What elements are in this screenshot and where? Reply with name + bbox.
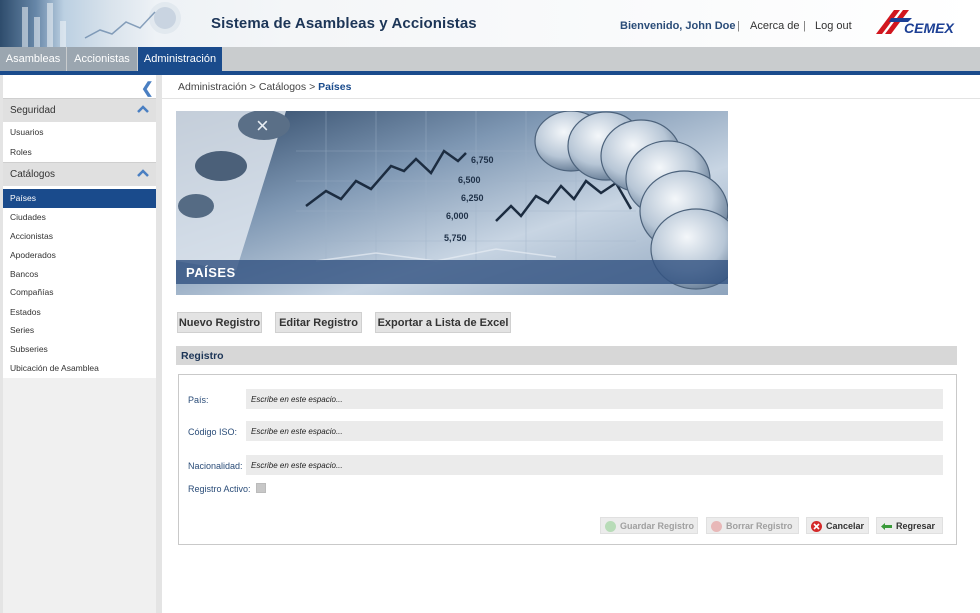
cancel-button[interactable]: Cancelar [806,517,869,534]
back-label: Regresar [896,521,936,531]
app-window: Sistema de Asambleas y Accionistas Bienv… [0,0,980,613]
sidebar-section-seguridad[interactable]: Seguridad [3,98,156,122]
country-label: País: [188,395,209,405]
chart-tick-label: 6,250 [461,193,484,203]
sidebar-item-ciudades[interactable]: Ciudades [3,208,156,227]
main-nav: Asambleas Accionistas Administración [0,47,980,71]
active-record-checkbox[interactable] [256,483,266,493]
sidebar-item-subseries[interactable]: Subseries [3,340,156,359]
sidebar-panel: ❮ Seguridad Usuarios Roles Catálogos Paí… [3,75,156,613]
breadcrumb-separator: > [249,81,256,93]
edit-record-button[interactable]: Editar Registro [275,312,362,333]
tab-administracion[interactable]: Administración [138,47,222,71]
sidebar-item-paises[interactable]: Países [3,189,156,208]
cemex-logo: CEMEX [876,10,955,36]
breadcrumb: Administración > Catálogos > Países [178,81,351,93]
sidebar-item-ubicacion-asamblea[interactable]: Ubicación de Asamblea [3,359,156,378]
sidebar-item-roles[interactable]: Roles [3,143,156,162]
breadcrumb-divider [162,98,980,99]
calculator-key-glyph: × [256,113,269,138]
chart-tick-label: 6,000 [446,211,469,221]
chart-tick-label: 6,750 [471,155,494,165]
back-button[interactable]: Regresar [876,517,943,534]
banner-title-bar: PAÍSES [176,260,728,284]
nationality-label: Nacionalidad: [188,461,243,471]
header-photo [0,0,200,47]
sidebar-item-apoderados[interactable]: Apoderados [3,246,156,265]
export-excel-button[interactable]: Exportar a Lista de Excel [375,312,511,333]
page-title: PAÍSES [186,265,236,280]
country-input[interactable] [246,389,943,409]
header: Sistema de Asambleas y Accionistas Bienv… [0,0,980,47]
chevron-up-icon [137,105,149,113]
header-photo-art [84,2,181,39]
breadcrumb-administracion[interactable]: Administración [178,81,247,93]
save-record-label: Guardar Registro [620,521,695,531]
active-record-label: Registro Activo: [188,484,251,494]
sidebar-item-companias[interactable]: Compañías [3,283,156,302]
logo-text: CEMEX [904,20,955,36]
sidebar-section-catalogos[interactable]: Catálogos [3,162,156,186]
sidebar-empty-area [3,378,156,613]
header-separator: | [803,20,806,32]
delete-record-label: Borrar Registro [726,521,793,531]
sidebar-item-usuarios[interactable]: Usuarios [3,123,156,142]
welcome-text: Bienvenido, John Doe [620,20,736,32]
page-banner: × 6,750 6,500 6,250 6,000 5,750 PAÍSES [176,111,728,295]
iso-code-label: Código ISO: [188,427,238,437]
chart-tick-label: 6,500 [458,175,481,185]
check-circle-icon [605,521,616,532]
sidebar-section-label: Catálogos [10,169,56,180]
breadcrumb-catalogos[interactable]: Catálogos [259,81,306,93]
app-title: Sistema de Asambleas y Accionistas [211,15,477,32]
breadcrumb-current: Países [318,81,352,93]
collapse-sidebar-icon[interactable]: ❮ [141,79,154,97]
iso-code-input[interactable] [246,421,943,441]
form-section-header: Registro [176,346,957,365]
arrow-left-icon [881,523,892,530]
sidebar-item-bancos[interactable]: Bancos [3,265,156,284]
sidebar-item-accionistas[interactable]: Accionistas [3,227,156,246]
logout-link[interactable]: Log out [815,20,852,32]
form-section-title: Registro [181,350,224,362]
nationality-input[interactable] [246,455,943,475]
chevron-up-icon [137,169,149,177]
breadcrumb-separator: > [309,81,316,93]
tab-accionistas[interactable]: Accionistas [67,47,137,71]
tab-asambleas[interactable]: Asambleas [0,47,66,71]
sidebar-item-estados[interactable]: Estados [3,303,156,322]
cancel-label: Cancelar [826,521,865,531]
save-record-button[interactable]: Guardar Registro [600,517,698,534]
header-separator: | [737,20,740,32]
delete-record-button[interactable]: Borrar Registro [706,517,799,534]
sidebar: ❮ Seguridad Usuarios Roles Catálogos Paí… [0,75,162,613]
new-record-button[interactable]: Nuevo Registro [177,312,262,333]
record-form: País: Código ISO: Nacionalidad: Registro… [178,374,957,545]
minus-circle-icon [711,521,722,532]
sidebar-item-series[interactable]: Series [3,321,156,340]
chart-tick-label: 5,750 [444,233,467,243]
sidebar-section-label: Seguridad [10,105,56,116]
cancel-x-icon [811,521,822,532]
about-link[interactable]: Acerca de [750,20,800,32]
